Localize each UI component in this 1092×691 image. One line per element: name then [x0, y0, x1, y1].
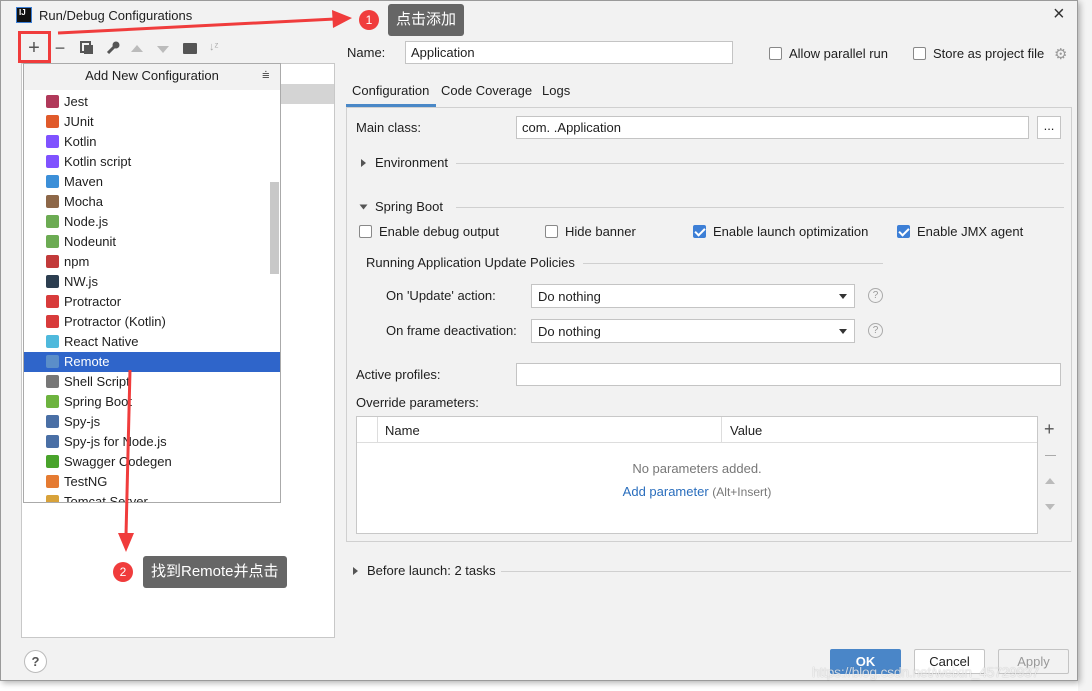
arrow-2-head	[118, 533, 134, 552]
step-2-callout: 找到Remote并点击	[143, 556, 287, 588]
arrow-1-head	[332, 10, 352, 28]
arrow-2	[124, 369, 132, 536]
step-1-badge: 1	[359, 10, 379, 30]
step-1-callout: 点击添加	[388, 4, 465, 36]
watermark: https://blog.csdn.net/weixin_45729937	[812, 664, 1040, 680]
arrow-1	[57, 17, 336, 35]
step-2-badge: 2	[113, 562, 133, 582]
